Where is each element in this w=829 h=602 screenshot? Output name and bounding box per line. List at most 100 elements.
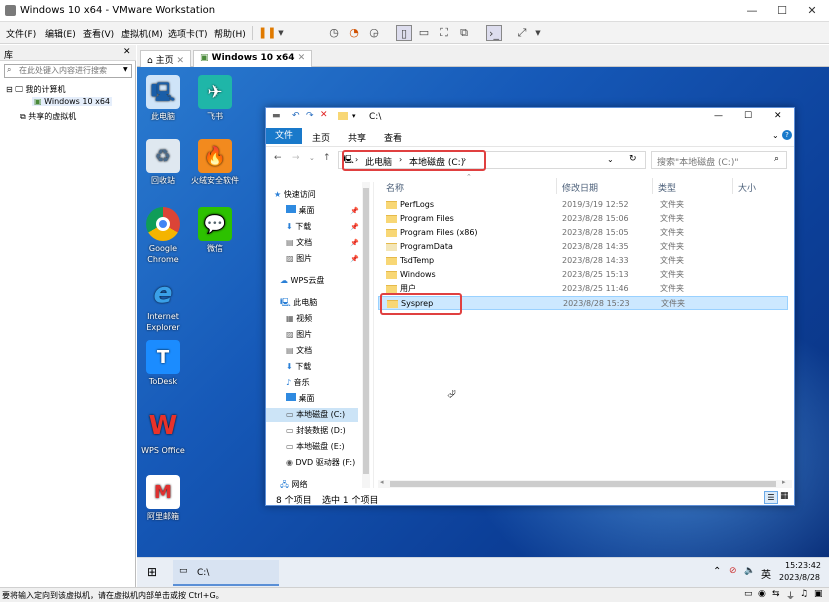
- nav-drive-d[interactable]: ▭ 封装数据 (D:): [286, 424, 346, 438]
- tab-home[interactable]: ⌂ 主页 ✕: [140, 50, 192, 68]
- nav-documents[interactable]: ▤ 文档: [286, 236, 312, 250]
- forward-icon[interactable]: →: [292, 153, 300, 163]
- close-button[interactable]: ✕: [797, 0, 827, 22]
- menu-help[interactable]: 帮助(H): [214, 27, 246, 40]
- nav-scrollbar[interactable]: [362, 182, 370, 488]
- ribbon-tab-home[interactable]: 主页: [312, 131, 330, 144]
- back-icon[interactable]: ←: [274, 153, 282, 163]
- tree-item-my-computer[interactable]: ⊟ 🖵 我的计算机: [6, 84, 66, 95]
- desktop-icon-feishu[interactable]: ✈ 飞书: [185, 75, 245, 122]
- chevron-down-icon[interactable]: ⌄: [772, 131, 779, 140]
- ribbon-tab-view[interactable]: 查看: [384, 131, 402, 144]
- desktop-icon-wps[interactable]: W WPS Office: [137, 409, 193, 456]
- dropdown-icon[interactable]: ▼: [530, 25, 546, 41]
- tree-item-vm[interactable]: ▣ Windows 10 x64: [32, 97, 112, 106]
- maximize-button[interactable]: ☐: [744, 111, 752, 121]
- up-icon[interactable]: ↑: [323, 153, 331, 163]
- network-status-icon[interactable]: ⊘: [729, 566, 737, 576]
- taskbar-app-explorer[interactable]: ▭ C:\: [173, 560, 279, 586]
- nav-dvd-drive[interactable]: ◉ DVD 驱动器 (F:): [286, 456, 355, 470]
- details-view-icon[interactable]: ☰: [764, 491, 778, 504]
- file-row[interactable]: Program Files 2023/8/28 15:06 文件夹: [378, 212, 788, 226]
- nav-pc-downloads[interactable]: ⬇ 下载: [286, 360, 311, 374]
- ribbon-tab-share[interactable]: 共享: [348, 131, 366, 144]
- ime-indicator[interactable]: 英: [761, 566, 771, 581]
- nav-pc-pictures[interactable]: ▨ 图片: [286, 328, 312, 342]
- desktop-icon-todesk[interactable]: T ToDesk: [137, 340, 193, 387]
- file-row[interactable]: PerfLogs 2019/3/19 12:52 文件夹: [378, 198, 788, 212]
- file-row[interactable]: ProgramData 2023/8/28 14:35 文件夹: [378, 240, 788, 254]
- clock-date[interactable]: 2023/8/28: [779, 573, 820, 582]
- nav-pc-desktop[interactable]: 桌面: [286, 392, 315, 406]
- menu-edit[interactable]: 编辑(E): [45, 27, 76, 40]
- menu-vm[interactable]: 虚拟机(M): [121, 27, 163, 40]
- nav-quick-access[interactable]: ★ 快速访问: [274, 188, 316, 202]
- desktop-icon-ie[interactable]: e Internet Explorer: [137, 275, 193, 333]
- revert-snapshot-icon[interactable]: ◔: [346, 25, 362, 41]
- close-icon[interactable]: ✕: [298, 53, 306, 63]
- library-view-icon[interactable]: ▯: [396, 25, 412, 41]
- column-type[interactable]: 类型: [658, 181, 676, 194]
- redo-icon[interactable]: ↷: [306, 111, 314, 121]
- explorer-search-input[interactable]: 搜索"本地磁盘 (C:)" ⌕: [651, 151, 787, 169]
- desktop-icon-huorong[interactable]: 🔥 火绒安全软件: [185, 139, 245, 186]
- file-row[interactable]: Windows 2023/8/25 15:13 文件夹: [378, 268, 788, 282]
- minimize-button[interactable]: —: [714, 111, 723, 121]
- library-search-input[interactable]: 在此处键入内容进行搜索: [4, 64, 132, 78]
- clock-time[interactable]: 15:23:42: [785, 561, 821, 570]
- nav-pictures[interactable]: ▨ 图片: [286, 252, 312, 266]
- delete-icon[interactable]: ✕: [320, 110, 328, 120]
- file-row[interactable]: TsdTemp 2023/8/28 14:33 文件夹: [378, 254, 788, 268]
- close-icon[interactable]: ✕: [123, 47, 131, 57]
- large-icons-view-icon[interactable]: ▦: [780, 491, 789, 501]
- thumbnail-view-icon[interactable]: ▭: [416, 25, 432, 41]
- address-dropdown-icon[interactable]: ⌄: [607, 155, 614, 164]
- nav-music[interactable]: ♪ 音乐: [286, 376, 310, 390]
- nav-scrollbar-thumb[interactable]: [363, 188, 369, 474]
- pause-icon[interactable]: ❚❚: [258, 25, 276, 41]
- refresh-icon[interactable]: ↻: [629, 154, 637, 164]
- file-row[interactable]: Program Files (x86) 2023/8/28 15:05 文件夹: [378, 226, 788, 240]
- snapshot-icon[interactable]: ◷: [326, 25, 342, 41]
- nav-desktop[interactable]: 桌面: [286, 204, 315, 218]
- column-size[interactable]: 大小: [738, 181, 756, 194]
- undo-icon[interactable]: ↶: [292, 111, 300, 121]
- console-icon[interactable]: ›_: [486, 25, 502, 41]
- horizontal-scrollbar[interactable]: ◂ ▸: [378, 478, 792, 488]
- nav-pc-documents[interactable]: ▤ 文档: [286, 344, 312, 358]
- dropdown-icon[interactable]: ▼: [123, 66, 128, 73]
- volume-icon[interactable]: 🔈: [744, 566, 755, 576]
- recent-dropdown-icon[interactable]: ⌄: [309, 154, 315, 162]
- fullscreen-icon[interactable]: ⛶: [436, 25, 452, 41]
- windows-start-icon[interactable]: ⊞: [147, 565, 157, 579]
- close-button[interactable]: ✕: [774, 111, 782, 121]
- menu-tabs[interactable]: 选项卡(T): [168, 27, 208, 40]
- nav-drive-c[interactable]: ▭ 本地磁盘 (C:): [266, 408, 358, 422]
- unity-icon[interactable]: ⧉: [456, 25, 472, 41]
- help-icon[interactable]: ?: [782, 130, 792, 140]
- snapshot-manager-icon[interactable]: ◶: [366, 25, 382, 41]
- desktop-icon-ali-mail[interactable]: M 阿里邮箱: [137, 475, 193, 522]
- desktop-icon-wechat[interactable]: 💬 微信: [185, 207, 245, 254]
- tab-vm[interactable]: ▣ Windows 10 x64 ✕: [193, 50, 313, 68]
- horizontal-scrollbar-thumb[interactable]: [390, 481, 776, 487]
- stretch-icon[interactable]: ⤢: [514, 25, 530, 41]
- dropdown-icon[interactable]: ▼: [273, 25, 289, 41]
- menu-view[interactable]: 查看(V): [83, 27, 114, 40]
- minimize-button[interactable]: —: [737, 0, 767, 22]
- column-date[interactable]: 修改日期: [562, 181, 598, 194]
- nav-this-pc[interactable]: 🖳 此电脑: [280, 296, 317, 310]
- scroll-right-icon[interactable]: ▸: [782, 478, 786, 486]
- nav-wps-cloud[interactable]: ☁ WPS云盘: [280, 274, 324, 288]
- chevron-up-icon[interactable]: ⌃: [713, 566, 721, 577]
- qat-dropdown-icon[interactable]: ▾: [352, 112, 356, 120]
- nav-videos[interactable]: ▦ 视频: [286, 312, 312, 326]
- close-icon[interactable]: ✕: [176, 56, 184, 66]
- nav-drive-e[interactable]: ▭ 本地磁盘 (E:): [286, 440, 345, 454]
- menu-file[interactable]: 文件(F): [6, 27, 36, 40]
- nav-downloads[interactable]: ⬇ 下载: [286, 220, 311, 234]
- column-name[interactable]: 名称: [386, 181, 404, 194]
- tree-item-shared-vms[interactable]: ⧉ 共享的虚拟机: [20, 111, 76, 122]
- ribbon-tab-file[interactable]: 文件: [266, 128, 302, 144]
- scroll-left-icon[interactable]: ◂: [380, 478, 384, 486]
